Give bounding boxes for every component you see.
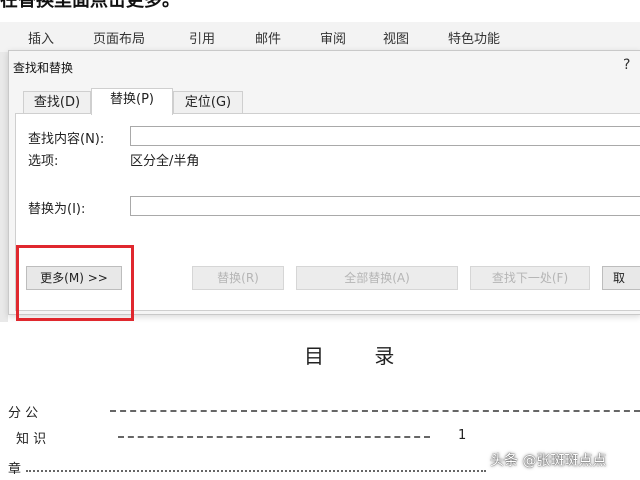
find-next-button[interactable]: 查找下一处(F) [470, 266, 590, 290]
find-replace-dialog: 查找和替换 ? 查找(D) 替换(P) 定位(G) 查找内容(N): 选项: 区… [8, 50, 640, 315]
tab-find[interactable]: 查找(D) [23, 91, 91, 114]
replace-with-input[interactable] [130, 196, 640, 216]
replace-with-label: 替换为(I): [28, 202, 86, 217]
find-what-label: 查找内容(N): [28, 132, 105, 147]
watermark: 头条 @张斑斑点点 [490, 453, 607, 469]
tab-goto[interactable]: 定位(G) [173, 91, 243, 114]
toc-leader [26, 470, 486, 472]
toc-leader [110, 410, 640, 412]
ribbon-tab-review[interactable]: 审阅 [320, 28, 346, 47]
toc-line: 知 识 [16, 428, 46, 447]
toc-line: 章 [8, 458, 21, 477]
toc-page-number: 1 [458, 428, 467, 443]
more-button[interactable]: 更多(M) >> [26, 266, 122, 290]
cancel-button[interactable]: 取 [602, 266, 640, 290]
ribbon-tab-page-layout[interactable]: 页面布局 [93, 28, 145, 47]
toc-line: 分 公 [8, 402, 38, 421]
ribbon-tab-mailings[interactable]: 邮件 [255, 28, 281, 47]
toc-line-label: 知 识 [16, 432, 47, 447]
toc-title: 目 录 [304, 344, 417, 368]
ribbon-tab-references[interactable]: 引用 [189, 28, 215, 47]
replace-all-button[interactable]: 全部替换(A) [296, 266, 458, 290]
replace-button[interactable]: 替换(R) [192, 266, 284, 290]
replace-tab-panel: 查找内容(N): 选项: 区分全/半角 替换为(I): 更多(M) >> 替换(… [15, 113, 640, 311]
tab-replace[interactable]: 替换(P) [91, 88, 173, 115]
ribbon-tab-insert[interactable]: 插入 [28, 28, 54, 47]
ribbon-tab-view[interactable]: 视图 [383, 28, 409, 47]
options-value: 区分全/半角 [130, 154, 200, 169]
find-what-input[interactable] [130, 126, 640, 146]
ribbon: 插入 页面布局 引用 邮件 审阅 视图 特色功能 [0, 22, 640, 53]
ribbon-tab-special-features[interactable]: 特色功能 [448, 28, 500, 47]
dialog-title: 查找和替换 [13, 61, 74, 75]
top-caption: 在替换里面点击更多。 [0, 0, 640, 8]
toc-line-label: 分 公 [8, 406, 39, 421]
toc-line-label: 章 [8, 462, 22, 477]
help-button[interactable]: ? [623, 57, 630, 73]
toc-leader [118, 436, 430, 438]
document-left-margin [0, 52, 8, 322]
options-label: 选项: [28, 154, 59, 169]
